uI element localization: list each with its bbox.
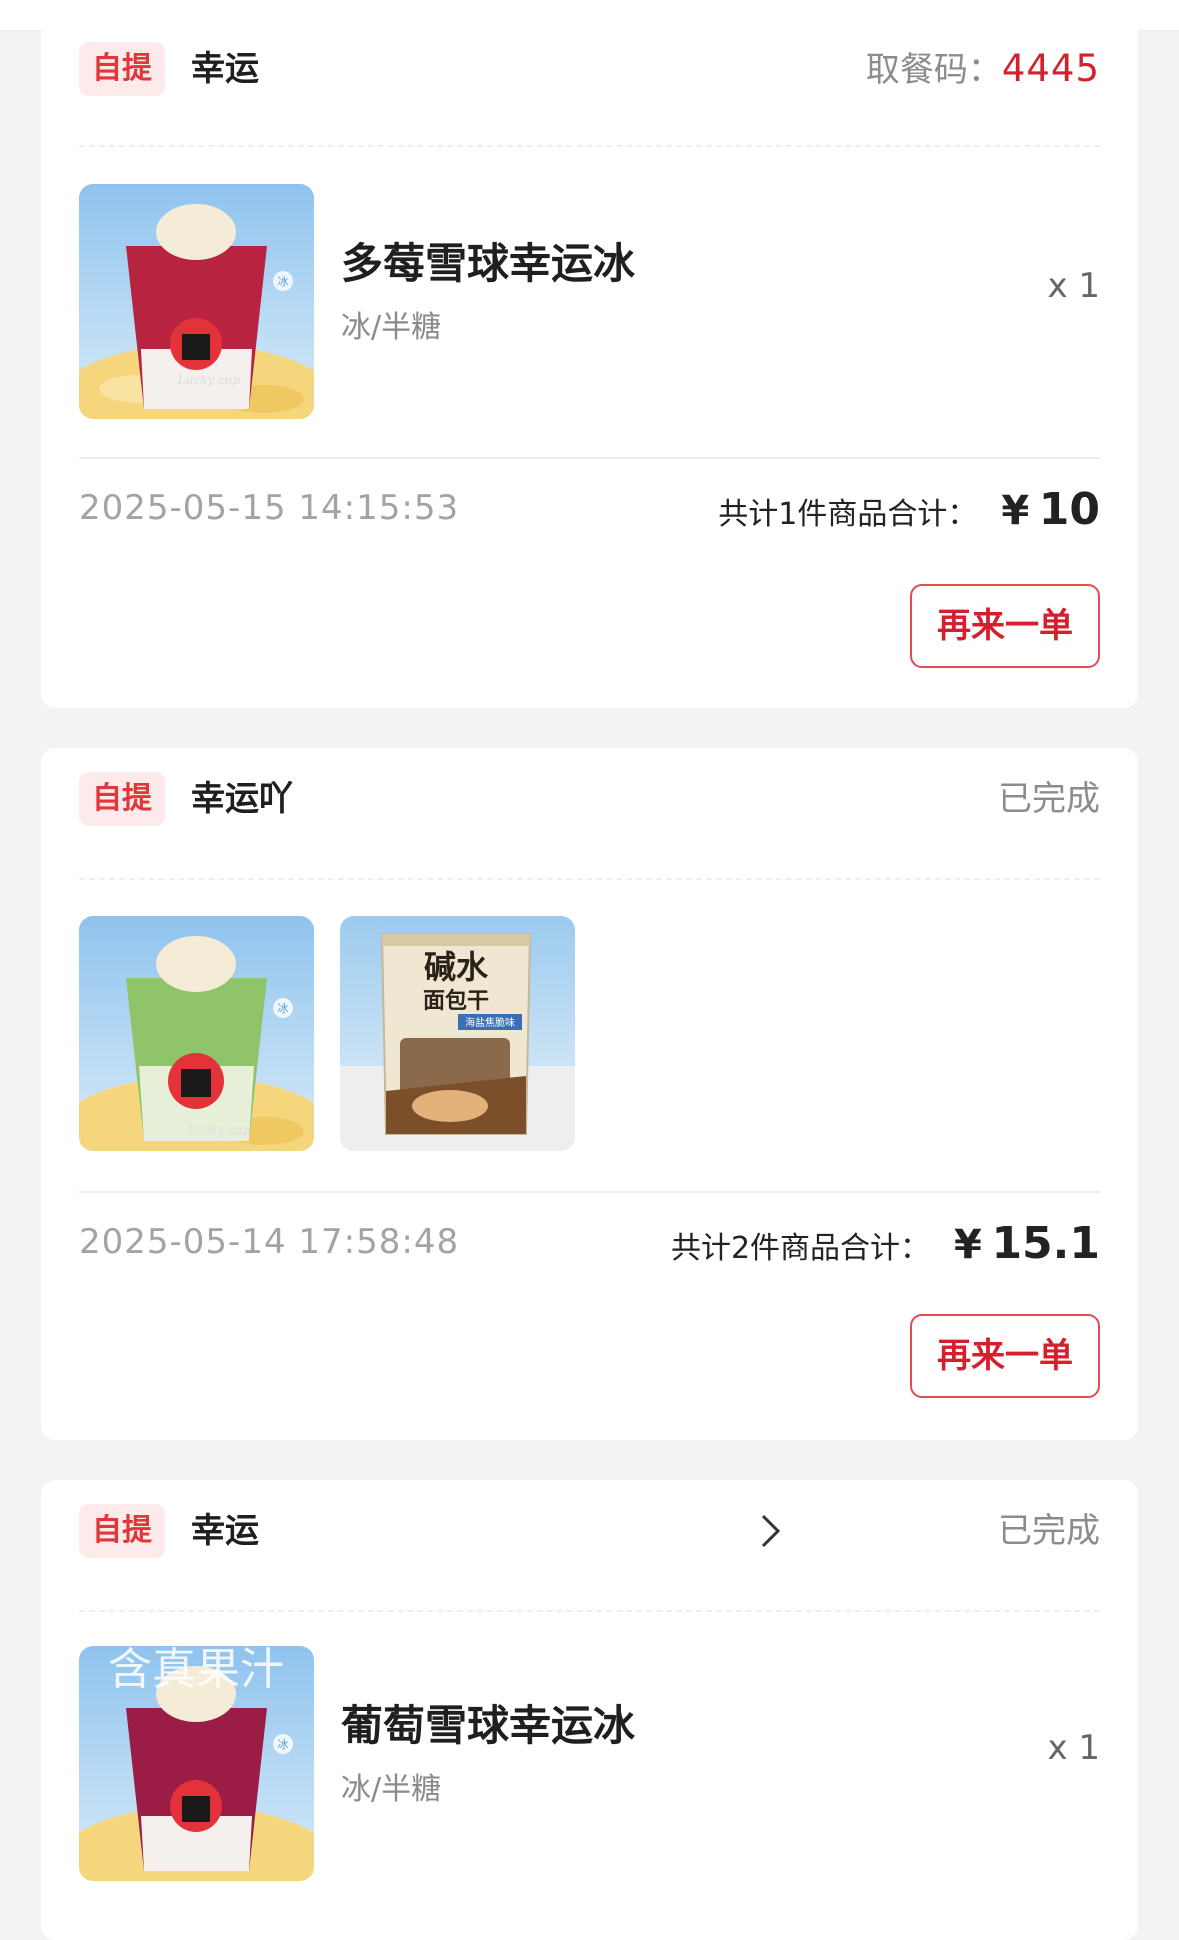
- order-header: 自提 幸运 取餐码：4445: [79, 42, 1100, 98]
- divider: [79, 145, 1100, 147]
- snack-label-line2: 面包干: [423, 988, 489, 1014]
- reorder-button[interactable]: 再来一单: [910, 1314, 1100, 1398]
- currency-symbol: ¥: [1001, 488, 1030, 534]
- store-name[interactable]: 幸运吖: [191, 772, 293, 826]
- total-label: 共计2件商品合计：: [670, 1231, 931, 1266]
- store-name[interactable]: 幸运: [191, 1504, 259, 1558]
- divider: [79, 878, 1100, 880]
- product-thumbnail[interactable]: 碱水 面包干 海盐焦脆味: [340, 916, 575, 1151]
- product-spec: 冰/半糖: [341, 1772, 442, 1807]
- total-label: 共计1件商品合计：: [718, 497, 978, 532]
- order-total: 共计1件商品合计： ¥ 10: [718, 484, 1100, 535]
- pickup-code-status: 取餐码：4445: [866, 42, 1100, 97]
- berry-drink-image: 冰 Lucky cup: [79, 184, 314, 419]
- cup-script: Lucky cup: [177, 373, 241, 387]
- order-total: 共计2件商品合计： ¥ 15.1: [671, 1218, 1100, 1269]
- order-card[interactable]: 自提 幸运 取餐码：4445 冰 Lucky cup 多莓雪球幸运冰 冰/半糖 …: [41, 0, 1138, 708]
- order-time: 2025-05-14 17:58:48: [79, 1222, 460, 1262]
- store-name[interactable]: 幸运: [191, 42, 259, 96]
- order-card[interactable]: 自提 幸运吖 已完成 冰 Lucky cup 碱水 面包干 海盐焦脆味 2025…: [41, 748, 1138, 1440]
- order-card[interactable]: 自提 幸运 已完成 冰 含真果汁 葡萄雪球幸运冰 冰/半糖 x 1: [41, 1480, 1138, 1940]
- product-thumbnail[interactable]: 冰 Lucky cup: [79, 916, 314, 1151]
- snack-flavor-badge: 海盐焦脆味: [465, 1016, 515, 1029]
- bread-snack-image: 碱水 面包干 海盐焦脆味: [340, 916, 575, 1151]
- chevron-right-icon[interactable]: [749, 1510, 791, 1552]
- juice-overlay-text: 含真果汁: [108, 1646, 284, 1695]
- reorder-button[interactable]: 再来一单: [910, 584, 1100, 668]
- order-header: 自提 幸运吖 已完成: [79, 772, 1100, 828]
- pickup-code: 4445: [1001, 47, 1100, 90]
- ice-badge: 冰: [278, 1738, 289, 1751]
- divider: [79, 457, 1100, 459]
- order-header: 自提 幸运 已完成: [79, 1504, 1100, 1560]
- grape-drink-image: 冰 含真果汁: [79, 1646, 314, 1881]
- product-name: 葡萄雪球幸运冰: [341, 1701, 636, 1750]
- ice-badge: 冰: [278, 1002, 289, 1015]
- order-status: 已完成: [998, 1511, 1100, 1551]
- ice-badge: 冰: [278, 275, 289, 288]
- cup-script: Lucky cup: [187, 1123, 251, 1137]
- divider: [79, 1610, 1100, 1612]
- currency-symbol: ¥: [954, 1222, 982, 1268]
- product-name: 多莓雪球幸运冰: [341, 239, 636, 288]
- pickup-tag: 自提: [79, 1504, 165, 1558]
- snack-label-line1: 碱水: [424, 948, 489, 986]
- matcha-drink-image: 冰 Lucky cup: [79, 916, 314, 1151]
- order-status: 已完成: [998, 779, 1100, 819]
- total-amount: 10: [1038, 484, 1100, 535]
- product-quantity: x 1: [1047, 1728, 1100, 1768]
- order-time: 2025-05-15 14:15:53: [79, 488, 460, 528]
- pickup-tag: 自提: [79, 42, 165, 96]
- pickup-tag: 自提: [79, 772, 165, 826]
- divider: [79, 1191, 1100, 1193]
- product-quantity: x 1: [1047, 266, 1100, 306]
- product-thumbnail[interactable]: 冰 Lucky cup: [79, 184, 314, 419]
- product-thumbnail[interactable]: 冰 含真果汁: [79, 1646, 314, 1881]
- pickup-code-label: 取餐码：: [865, 50, 1002, 90]
- total-amount: 15.1: [991, 1218, 1100, 1269]
- product-spec: 冰/半糖: [341, 310, 442, 345]
